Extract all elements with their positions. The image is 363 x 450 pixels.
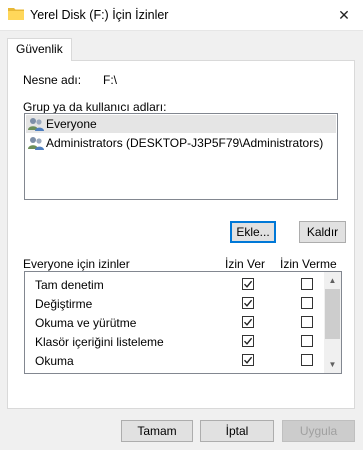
group-item-label: Administrators (DESKTOP-J3P5F79\Administ… (46, 136, 324, 150)
deny-checkbox[interactable] (301, 373, 313, 374)
permissions-header: Everyone için izinler (23, 257, 130, 271)
deny-checkbox[interactable] (301, 335, 313, 347)
permissions-list: Tam denetim Değiştirme Okuma ve yürütme Kla… (24, 271, 342, 374)
checkmark-icon (243, 318, 253, 326)
ok-button[interactable]: Tamam (121, 420, 193, 442)
remove-button[interactable]: Kaldır (299, 221, 346, 243)
permission-row: Klasör içeriğini listeleme (25, 332, 325, 351)
deny-column-header: İzin Verme (280, 257, 337, 271)
scroll-down-arrow-icon[interactable]: ▼ (324, 356, 341, 373)
allow-checkbox[interactable] (242, 316, 254, 328)
groups-label: Grup ya da kullanıcı adları: (23, 100, 167, 114)
permission-name: Klasör içeriğini listeleme (35, 335, 164, 349)
permission-row: Okuma ve yürütme (25, 313, 325, 332)
object-name-label: Nesne adı: (23, 73, 82, 87)
allow-checkbox[interactable] (242, 278, 254, 290)
apply-button[interactable]: Uygula (282, 420, 355, 442)
allow-checkbox[interactable] (242, 354, 254, 366)
users-icon (28, 118, 44, 131)
folder-icon (8, 8, 24, 20)
users-icon (28, 137, 44, 150)
groups-listbox[interactable]: Everyone Administrators (DESKTOP-J3P5F79… (24, 113, 338, 200)
deny-checkbox[interactable] (301, 278, 313, 290)
cancel-button[interactable]: İptal (200, 420, 274, 442)
scroll-up-arrow-icon[interactable]: ▲ (324, 272, 341, 289)
permission-name: Okuma ve yürütme (35, 316, 137, 330)
allow-column-header: İzin Ver (225, 257, 266, 271)
checkmark-icon (243, 337, 253, 345)
checkmark-icon (243, 356, 253, 364)
allow-checkbox[interactable] (242, 335, 254, 347)
permission-row (25, 370, 325, 374)
title-bar: Yerel Disk (F:) İçin İzinler ✕ (0, 0, 363, 31)
permission-row: Tam denetim (25, 275, 325, 294)
permissions-scrollbar[interactable]: ▲ ▼ (324, 272, 341, 373)
deny-checkbox[interactable] (301, 354, 313, 366)
permission-name: Okuma (35, 354, 74, 368)
group-item-everyone[interactable]: Everyone (26, 115, 336, 133)
group-item-label: Everyone (46, 117, 97, 131)
close-button[interactable]: ✕ (335, 6, 353, 24)
permission-row: Okuma (25, 351, 325, 370)
scrollbar-thumb[interactable] (325, 289, 340, 339)
deny-checkbox[interactable] (301, 297, 313, 309)
group-item-administrators[interactable]: Administrators (DESKTOP-J3P5F79\Administ… (26, 134, 336, 152)
tab-security[interactable]: Güvenlik (7, 38, 72, 61)
checkmark-icon (243, 299, 253, 307)
permission-name: Değiştirme (35, 297, 93, 311)
window-title: Yerel Disk (F:) İçin İzinler (30, 8, 169, 22)
deny-checkbox[interactable] (301, 316, 313, 328)
allow-checkbox[interactable] (242, 297, 254, 309)
security-panel: Nesne adı: F:\ Grup ya da kullanıcı adla… (7, 60, 355, 409)
permission-name: Tam denetim (35, 278, 104, 292)
object-name-value: F:\ (103, 73, 117, 87)
permission-row: Değiştirme (25, 294, 325, 313)
allow-checkbox[interactable] (242, 373, 254, 374)
add-button[interactable]: Ekle... (230, 221, 276, 243)
checkmark-icon (243, 280, 253, 288)
